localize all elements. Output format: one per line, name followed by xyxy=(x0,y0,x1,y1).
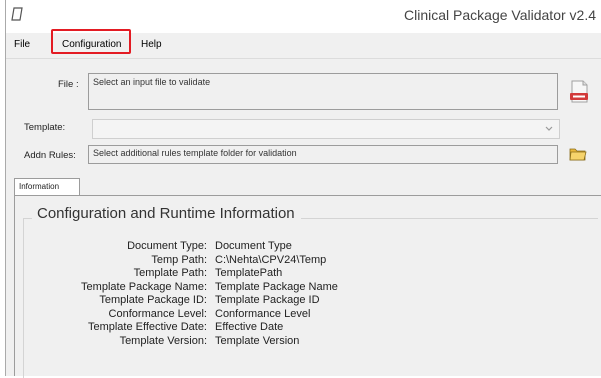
info-row-template-effective-date: Template Effective Date: Effective Date xyxy=(49,321,338,335)
tab-information[interactable]: Information xyxy=(14,178,80,195)
info-key: Template Package Name: xyxy=(81,280,207,293)
info-row-template-package-id: Template Package ID: Template Package ID xyxy=(49,294,338,308)
info-value: Document Type xyxy=(215,240,292,252)
info-key: Template Package ID: xyxy=(99,294,207,306)
info-key: Document Type: xyxy=(127,240,207,252)
info-value: C:\Nehta\CPV24\Temp xyxy=(215,253,327,266)
info-key: Template Version: xyxy=(119,334,207,347)
panel-title: Configuration and Runtime Information xyxy=(32,205,301,222)
info-row-conformance-level: Conformance Level: Conformance Level xyxy=(49,308,338,322)
info-key: Temp Path: xyxy=(151,253,207,266)
menu-help[interactable]: Help xyxy=(141,39,162,50)
info-value: TemplatePath xyxy=(215,267,283,279)
page-icon xyxy=(11,7,23,21)
groupbox-border-left xyxy=(23,218,24,378)
info-key: Template Effective Date: xyxy=(87,321,207,333)
info-row-template-package-name: Template Package Name: Template Package N… xyxy=(49,281,338,295)
configuration-highlight-box xyxy=(51,29,131,54)
menu-file[interactable]: File xyxy=(14,39,30,50)
info-row-temp-path: Temp Path: C:\Nehta\CPV24\Temp xyxy=(49,254,338,268)
file-label: File : xyxy=(58,79,79,90)
info-key: Template Path: xyxy=(133,267,207,279)
chevron-down-icon xyxy=(545,126,553,131)
info-row-document-type: Document Type: Document Type xyxy=(49,240,338,254)
info-value: Template Package Name xyxy=(215,280,338,293)
info-value: Conformance Level xyxy=(215,307,311,320)
app-window: Clinical Package Validator v2.4 File Con… xyxy=(5,0,601,378)
window-title: Clinical Package Validator v2.4 xyxy=(404,7,596,23)
info-list: Document Type: Document Type Temp Path: C:… xyxy=(49,240,338,348)
info-value: Template Package ID xyxy=(215,294,320,306)
info-row-template-path: Template Path: TemplatePath xyxy=(49,267,338,281)
file-input[interactable]: Select an input file to validate xyxy=(88,73,558,110)
xml-file-icon[interactable] xyxy=(567,80,591,104)
folder-icon[interactable] xyxy=(569,146,587,162)
template-label: Template: xyxy=(24,122,66,133)
info-key: Conformance Level: xyxy=(108,307,207,320)
addn-rules-input[interactable]: Select additional rules template folder … xyxy=(88,145,558,164)
info-row-template-version: Template Version: Template Version xyxy=(49,335,338,349)
menu-bar: File Configuration Help xyxy=(6,29,601,59)
info-value: Template Version xyxy=(215,334,300,347)
info-value: Effective Date xyxy=(215,321,284,333)
addn-rules-label: Addn Rules: xyxy=(24,150,76,161)
template-select[interactable] xyxy=(92,119,560,139)
information-panel: Configuration and Runtime Information Do… xyxy=(14,195,601,378)
